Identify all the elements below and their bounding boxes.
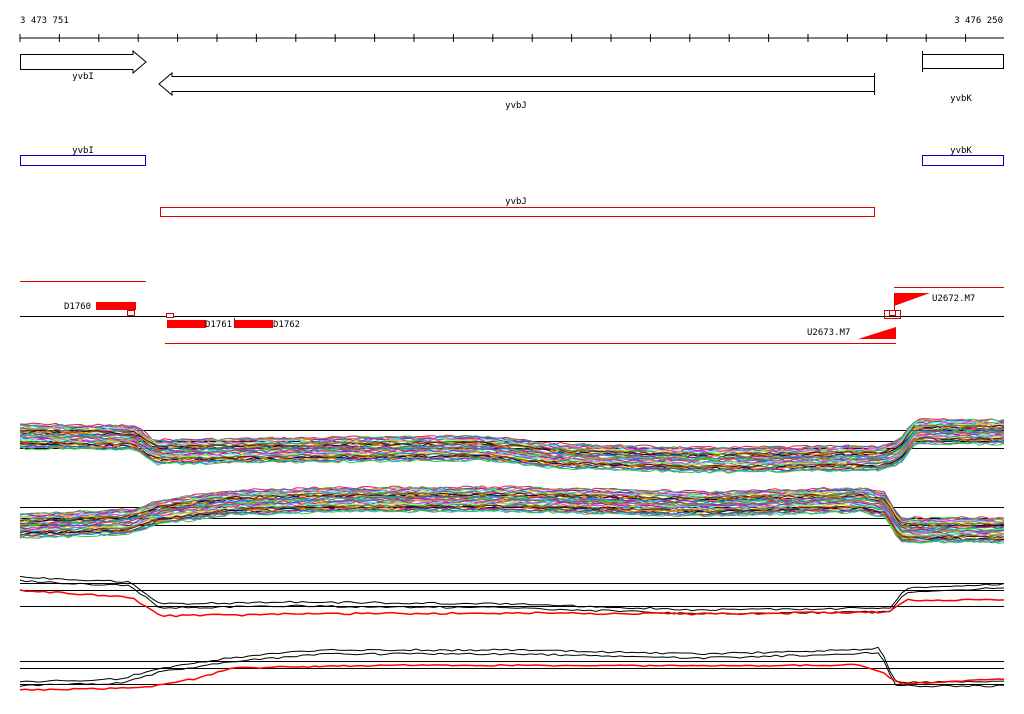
ruler-start-label: 3 473 751 [20,16,69,26]
ruler-end-label: 3 476 250 [954,16,1003,26]
transcript-box-yvbJ[interactable] [160,207,875,217]
summary-profile-line [19,579,1005,615]
segment-label-D1760: D1760 [64,302,91,312]
gene-arrow-yvbK[interactable] [922,54,1004,69]
promoter-U2673[interactable] [858,327,896,339]
coordinate-ruler: 3 473 751 3 476 250 [19,16,1004,42]
transcript-track: yvbI yvbJ yvbK [20,146,1004,217]
gene-label-yvbJ: yvbJ [505,101,527,111]
segment-label-D1761: D1761 [205,320,232,330]
expression-profile-track-2 [19,485,1005,544]
transcript-label-yvbK: yvbK [950,146,972,156]
feature-track: D1760 D1761 D1762 U2672.M7 U2673.M7 [20,281,1004,344]
gene-arrow-yvbI[interactable] [20,49,147,75]
gene-arrow-yvbJ[interactable] [158,71,875,97]
transcript-label-yvbI: yvbI [72,146,94,156]
transcript-box-yvbK[interactable] [922,155,1004,166]
gene-track: yvbI yvbJ yvbK [20,49,1004,111]
transcript-box-yvbI[interactable] [20,155,146,166]
promoter-label-U2672: U2672.M7 [932,294,975,304]
summary-profile-track-2 [19,646,1005,691]
summary-profile-line [19,651,1005,688]
promoter-U2673-marker [889,310,896,316]
genome-browser-canvas: 3 473 751 3 476 250 yvbI yvbJ yvbK yvbI … [19,16,1005,691]
promoter-label-U2673: U2673.M7 [807,328,850,338]
summary-profile-track-1 [19,575,1005,618]
transcript-label-yvbJ: yvbJ [505,197,527,207]
segment-label-D1762: D1762 [273,320,300,330]
segment-D1762[interactable] [235,320,273,328]
segment-D1760[interactable] [96,302,136,310]
segment-D1761-marker [166,313,174,318]
summary-profile-line [19,575,1005,612]
segment-D1761[interactable] [167,320,206,328]
gene-label-yvbI: yvbI [72,72,94,82]
expression-profile-track-1 [19,418,1005,474]
segment-D1760-marker [127,310,135,316]
gene-label-yvbK: yvbK [950,94,972,104]
promoter-U2672[interactable] [894,293,930,306]
